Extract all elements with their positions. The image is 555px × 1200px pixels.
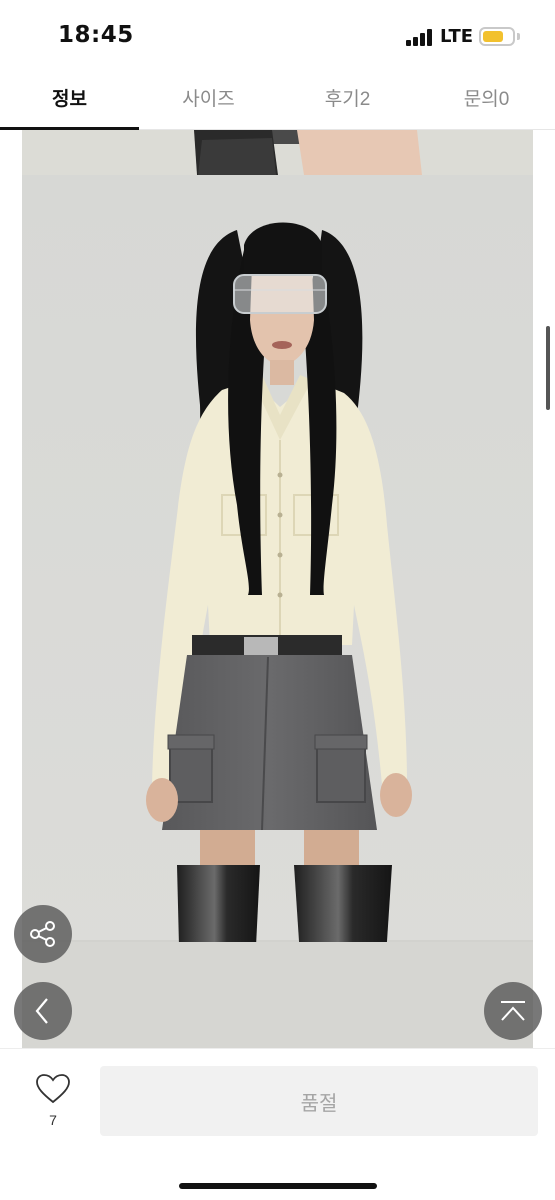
product-photo — [22, 175, 533, 987]
product-photo-partial — [22, 130, 533, 175]
bottom-action-bar: 7 품절 — [0, 1048, 555, 1200]
scrollbar[interactable] — [546, 326, 550, 410]
tab-bar: 정보 사이즈 후기2 문의0 — [0, 72, 555, 130]
scroll-top-button[interactable] — [484, 982, 542, 1040]
status-bar: 18:45 LTE — [0, 0, 555, 72]
like-button[interactable]: 7 — [30, 1073, 76, 1128]
share-button[interactable] — [14, 905, 72, 963]
back-button[interactable] — [14, 982, 72, 1040]
signal-icon — [406, 29, 436, 46]
sold-out-button[interactable]: 품절 — [100, 1066, 538, 1136]
scroll-top-icon — [501, 1001, 525, 1021]
photo-bottom-strip — [22, 942, 533, 1048]
tab-info[interactable]: 정보 — [0, 84, 139, 124]
back-icon — [35, 998, 48, 1024]
tab-inquiry[interactable]: 문의0 — [417, 84, 555, 124]
status-time: 18:45 — [58, 22, 134, 48]
product-detail-content — [0, 130, 555, 1048]
heart-icon — [36, 1074, 70, 1104]
share-icon — [30, 921, 55, 947]
home-indicator — [179, 1183, 377, 1189]
tab-reviews[interactable]: 후기2 — [278, 84, 417, 124]
battery-tip — [517, 33, 520, 40]
network-label: LTE — [440, 26, 474, 47]
like-count: 7 — [49, 1112, 57, 1128]
battery-icon — [479, 27, 515, 46]
tab-size[interactable]: 사이즈 — [139, 84, 278, 124]
